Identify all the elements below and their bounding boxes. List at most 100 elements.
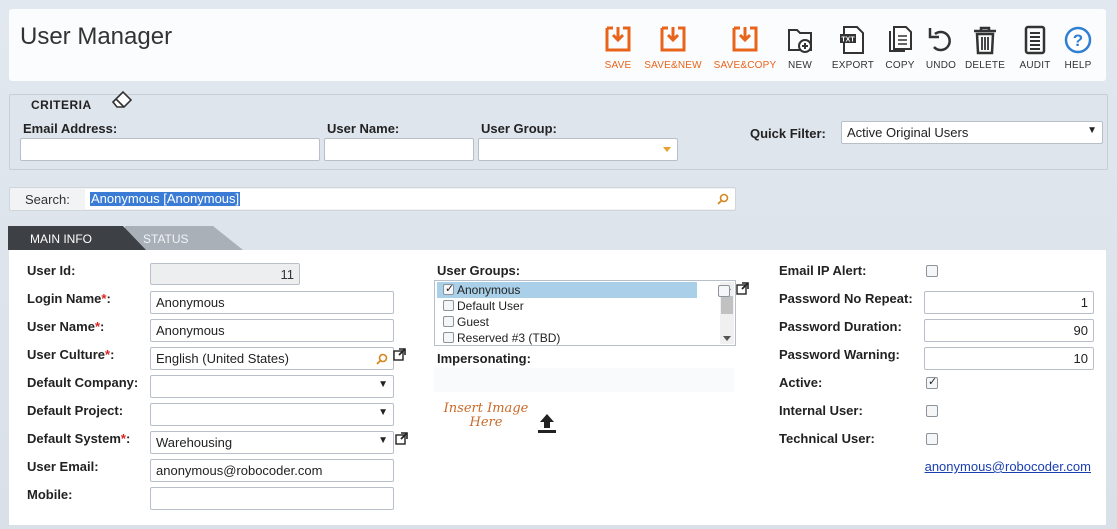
copy-icon xyxy=(889,26,912,52)
search-label: Search: xyxy=(25,192,70,207)
password-warning-field[interactable]: 10 xyxy=(924,347,1094,370)
chevron-down-icon: ▼ xyxy=(378,379,388,390)
criteria-heading: CRITERIA xyxy=(31,98,92,112)
group-checkbox[interactable] xyxy=(443,332,454,343)
quick-filter-label: Quick Filter: xyxy=(750,126,826,141)
list-item[interactable]: Default User xyxy=(437,298,697,314)
export-button[interactable]: TXT EXPORT xyxy=(831,25,875,75)
technical-user-label: Technical User: xyxy=(779,431,875,446)
save-button[interactable]: SAVE xyxy=(603,25,633,75)
help-label: HELP xyxy=(1064,60,1092,71)
upload-icon[interactable] xyxy=(537,412,557,434)
usergroup-filter-select[interactable] xyxy=(478,138,678,161)
group-checkbox[interactable] xyxy=(443,316,454,327)
dropdown-arrow-icon xyxy=(663,147,671,152)
password-no-repeat-label: Password No Repeat: xyxy=(779,291,913,306)
impersonating-field[interactable] xyxy=(434,368,734,392)
chevron-down-icon: ▼ xyxy=(378,435,388,446)
active-checkbox[interactable] xyxy=(926,375,938,389)
email-ip-alert-checkbox[interactable] xyxy=(926,265,938,277)
tab-status[interactable]: STATUS xyxy=(125,226,243,250)
open-link-icon[interactable] xyxy=(393,348,406,361)
undo-label: UNDO xyxy=(925,60,957,71)
list-item[interactable]: Reserved #3 (TBD) xyxy=(437,330,697,345)
export-icon: TXT xyxy=(840,26,864,54)
header-bar: User Manager SAVE SAVE&NEW SAVE&COPY NEW xyxy=(9,9,1106,81)
username-filter-label: User Name: xyxy=(327,121,400,136)
email-filter-input[interactable] xyxy=(20,138,320,161)
user-culture-label: User Culture*: xyxy=(27,347,115,362)
list-item[interactable]: Anonymous xyxy=(437,282,697,298)
save-new-button[interactable]: SAVE&NEW xyxy=(643,25,703,75)
save-label: SAVE xyxy=(604,60,632,71)
search-icon[interactable] xyxy=(717,193,729,205)
search-input[interactable]: Anonymous [Anonymous] xyxy=(85,189,735,209)
default-project-select[interactable]: ▼ xyxy=(150,403,394,426)
internal-user-label: Internal User: xyxy=(779,403,863,418)
chevron-down-icon: ▼ xyxy=(1087,125,1097,136)
group-label: Default User xyxy=(457,299,524,313)
mobile-field[interactable] xyxy=(150,487,394,510)
save-copy-button[interactable]: SAVE&COPY xyxy=(713,25,777,75)
new-folder-icon xyxy=(788,29,812,53)
default-company-label: Default Company: xyxy=(27,375,139,390)
password-duration-field[interactable]: 90 xyxy=(924,319,1094,342)
internal-user-checkbox[interactable] xyxy=(926,405,938,417)
copy-button[interactable]: COPY xyxy=(885,25,915,75)
quick-filter-value: Active Original Users xyxy=(847,125,969,140)
search-icon[interactable] xyxy=(376,353,388,365)
new-button[interactable]: NEW xyxy=(785,25,815,75)
active-label: Active: xyxy=(779,375,823,390)
group-checkbox[interactable] xyxy=(443,300,454,311)
criteria-panel: CRITERIA Email Address: User Name: User … xyxy=(9,90,1108,170)
search-value: Anonymous [Anonymous] xyxy=(90,191,241,206)
group-checkbox[interactable] xyxy=(443,282,454,295)
login-name-field[interactable]: Anonymous xyxy=(150,291,394,314)
user-email-field[interactable]: anonymous@robocoder.com xyxy=(150,459,394,482)
open-link-icon[interactable] xyxy=(736,282,749,295)
audit-button[interactable]: AUDIT xyxy=(1017,25,1053,75)
user-name-field[interactable]: Anonymous xyxy=(150,319,394,342)
default-system-select[interactable]: Warehousing ▼ xyxy=(150,431,394,454)
user-email-link[interactable]: anonymous@robocoder.com xyxy=(925,459,1091,474)
select-all-groups-checkbox[interactable] xyxy=(718,285,730,297)
scroll-thumb[interactable] xyxy=(721,296,733,314)
quick-filter-select[interactable]: Active Original Users ▼ xyxy=(841,121,1103,144)
undo-icon xyxy=(928,28,951,52)
search-bar: Search: Anonymous [Anonymous] xyxy=(9,187,736,211)
tab-main-info-label: MAIN INFO xyxy=(30,232,92,246)
image-placeholder[interactable]: Insert Image Here xyxy=(441,402,531,430)
chevron-down-icon: ▼ xyxy=(378,407,388,418)
delete-button[interactable]: DELETE xyxy=(965,25,1005,75)
tab-main-info[interactable]: MAIN INFO xyxy=(8,226,144,250)
image-placeholder-line: Insert Image xyxy=(443,401,529,416)
user-email-label: User Email: xyxy=(27,459,99,474)
scroll-down-icon[interactable] xyxy=(723,336,731,341)
delete-label: DELETE xyxy=(965,60,1006,71)
audit-list-icon xyxy=(1024,25,1046,55)
login-name-label: Login Name*: xyxy=(27,291,111,306)
image-placeholder-line: Here xyxy=(469,415,503,430)
password-no-repeat-field[interactable]: 1 xyxy=(924,291,1094,314)
username-filter-input[interactable] xyxy=(324,138,474,161)
help-button[interactable]: ? HELP xyxy=(1063,25,1093,75)
list-item[interactable]: Guest xyxy=(437,314,697,330)
page-title: User Manager xyxy=(20,23,173,50)
default-company-select[interactable]: ▼ xyxy=(150,375,394,398)
open-link-icon[interactable] xyxy=(395,432,408,445)
user-id-label: User Id: xyxy=(27,263,76,278)
default-system-value: Warehousing xyxy=(156,435,233,450)
audit-label: AUDIT xyxy=(1019,60,1051,71)
undo-button[interactable]: UNDO xyxy=(925,25,957,75)
eraser-icon[interactable] xyxy=(110,87,136,109)
user-groups-listbox[interactable]: Anonymous Default User Guest Reserved #3… xyxy=(434,280,736,346)
save-copy-icon xyxy=(732,26,758,52)
user-name-label: User Name*: xyxy=(27,319,105,334)
technical-user-checkbox[interactable] xyxy=(926,433,938,445)
group-label: Reserved #3 (TBD) xyxy=(457,331,561,345)
group-label: Guest xyxy=(457,315,490,329)
copy-label: COPY xyxy=(885,60,915,71)
export-badge-text: TXT xyxy=(841,37,855,44)
trash-icon xyxy=(974,26,996,55)
user-culture-field[interactable]: English (United States) xyxy=(150,347,394,370)
